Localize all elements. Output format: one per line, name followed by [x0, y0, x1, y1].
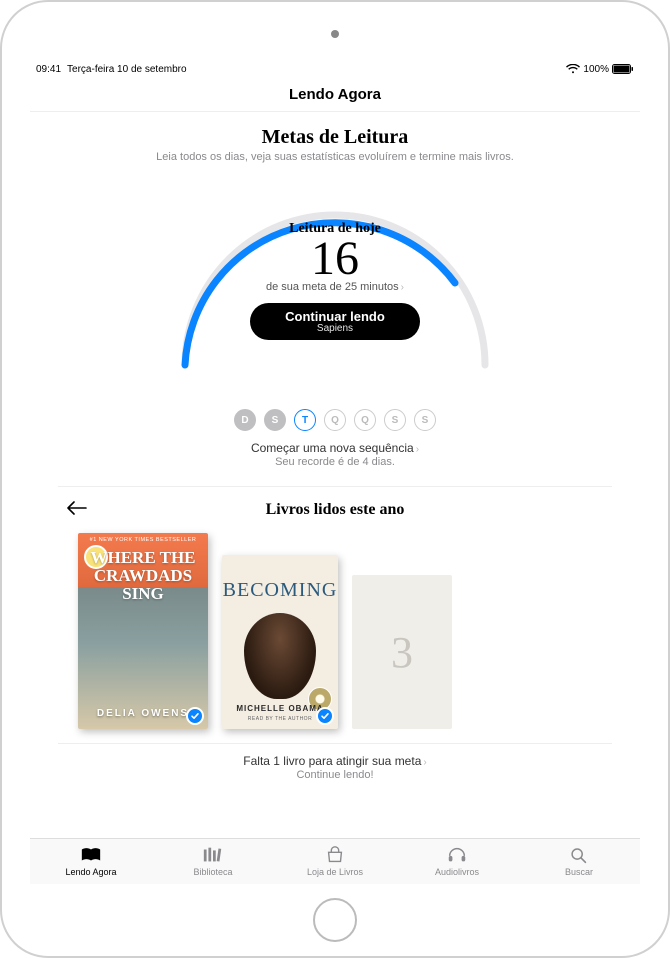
tab-bar: Lendo Agora Biblioteca Loja de Livros Audio…	[30, 838, 640, 884]
book-cover[interactable]: #1 NEW YORK TIMES BESTSELLER WHERE THE C…	[78, 533, 208, 729]
day-circle: S	[384, 409, 406, 431]
tab-audiolivros[interactable]: Audiolivros	[396, 839, 518, 884]
chevron-right-icon: ›	[401, 282, 404, 293]
goals-sub: Leia todos os dias, veja suas estatístic…	[30, 149, 640, 163]
tab-label: Biblioteca	[193, 867, 232, 877]
day-circle: T	[294, 409, 316, 431]
tab-icon	[202, 846, 224, 866]
day-circle: S	[414, 409, 436, 431]
tab-buscar[interactable]: Buscar	[518, 839, 640, 884]
tab-icon	[80, 846, 102, 866]
placeholder-number: 3	[391, 627, 413, 678]
day-circle: Q	[324, 409, 346, 431]
divider	[58, 743, 612, 744]
tab-icon	[324, 846, 346, 866]
battery-icon	[612, 64, 634, 74]
status-date: Terça-feira 10 de setembro	[67, 64, 187, 75]
status-bar: 09:41 Terça-feira 10 de setembro 100%	[30, 60, 640, 78]
tab-label: Loja de Livros	[307, 867, 363, 877]
books-heading: Livros lidos este ano	[266, 501, 405, 519]
tab-biblioteca[interactable]: Biblioteca	[152, 839, 274, 884]
back-arrow-icon[interactable]	[66, 501, 88, 520]
book-title: BECOMING	[222, 579, 338, 602]
wifi-icon	[566, 64, 580, 74]
start-streak-link[interactable]: Começar uma nova sequência›	[30, 441, 640, 455]
reading-gauge[interactable]: Leitura de hoje 16 de sua meta de 25 min…	[145, 175, 525, 395]
day-circle: D	[234, 409, 256, 431]
tab-label: Audiolivros	[435, 867, 479, 877]
chevron-right-icon: ›	[416, 444, 419, 455]
author-photo	[244, 613, 316, 699]
checkmark-icon	[186, 707, 204, 725]
gauge-minutes: 16	[145, 235, 525, 283]
tab-icon	[568, 846, 590, 866]
books-shelf[interactable]: #1 NEW YORK TIMES BESTSELLER WHERE THE C…	[30, 519, 640, 743]
tab-icon	[446, 846, 468, 866]
yearly-goal-sub: Continue lendo!	[30, 769, 640, 811]
tab-label: Buscar	[565, 867, 593, 877]
ipad-frame: 09:41 Terça-feira 10 de setembro 100% Le…	[0, 0, 670, 958]
tab-loja-de-livros[interactable]: Loja de Livros	[274, 839, 396, 884]
goals-heading: Metas de Leitura	[30, 126, 640, 149]
yearly-goal-link[interactable]: Falta 1 livro para atingir sua meta›	[30, 754, 640, 768]
book-placeholder[interactable]: 3	[352, 575, 452, 729]
continue-reading-button[interactable]: Continuar lendo Sapiens	[250, 303, 420, 340]
device-camera	[331, 30, 339, 38]
chevron-right-icon: ›	[423, 757, 426, 768]
gauge-target-link[interactable]: de sua meta de 25 minutos›	[145, 281, 525, 293]
tab-label: Lendo Agora	[65, 867, 116, 877]
status-time: 09:41	[36, 64, 61, 75]
week-days-row: DSTQQSS	[30, 409, 640, 431]
day-circle: S	[264, 409, 286, 431]
page-title: Lendo Agora	[289, 86, 381, 103]
book-cover[interactable]: BECOMING MICHELLE OBAMA READ BY THE AUTH…	[222, 555, 338, 729]
battery-percent: 100%	[583, 64, 609, 75]
streak-record: Seu recorde é de 4 dias.	[30, 456, 640, 468]
content-scroll[interactable]: Metas de Leitura Leia todos os dias, vej…	[30, 112, 640, 838]
day-circle: Q	[354, 409, 376, 431]
book-title: WHERE THE CRAWDADS SING	[78, 549, 208, 603]
home-button[interactable]	[313, 898, 357, 942]
tab-lendo-agora[interactable]: Lendo Agora	[30, 839, 152, 884]
screen: 09:41 Terça-feira 10 de setembro 100% Le…	[30, 60, 640, 884]
checkmark-icon	[316, 707, 334, 725]
nav-bar: Lendo Agora	[30, 78, 640, 112]
bestseller-tag: #1 NEW YORK TIMES BESTSELLER	[90, 537, 197, 543]
